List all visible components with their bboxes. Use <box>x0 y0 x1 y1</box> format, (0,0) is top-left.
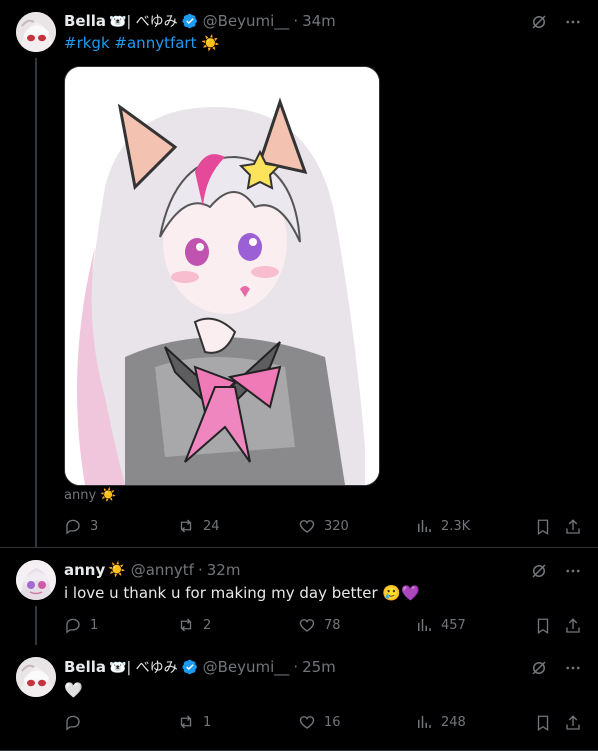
avatar-bella[interactable] <box>16 12 56 52</box>
display-name[interactable]: anny <box>64 561 105 579</box>
repost-count: 2 <box>203 617 212 633</box>
post-2[interactable]: anny ☀️ @annytf · 32m i love u thank u f… <box>0 548 598 645</box>
timestamp[interactable]: 32m <box>207 561 241 579</box>
reply-icon <box>66 519 80 535</box>
reply-icon <box>66 715 80 731</box>
timestamp[interactable]: 25m <box>302 658 336 676</box>
reply-count: 1 <box>90 617 99 633</box>
thread-line <box>35 606 37 645</box>
heart-icon <box>299 619 315 632</box>
thread-line <box>35 58 37 548</box>
views-button[interactable]: 2.3K <box>415 517 470 535</box>
post-header: Bella 🐻‍❄️| べゆみ @Beyumi__ · 34m <box>64 11 336 31</box>
post-image[interactable] <box>64 66 380 486</box>
repost-icon <box>180 715 192 729</box>
views-button[interactable]: 248 <box>415 713 466 731</box>
display-name[interactable]: Bella <box>64 12 106 30</box>
display-name-suffix: 🐻‍❄️| べゆみ <box>109 14 178 30</box>
repost-button[interactable]: 1 <box>177 713 211 731</box>
post-text: i love u thank u for making my day bette… <box>64 584 420 602</box>
repost-icon <box>180 519 192 533</box>
avatar-bella[interactable] <box>16 657 56 697</box>
timestamp[interactable]: 34m <box>302 12 336 30</box>
views-chart-icon <box>418 520 431 532</box>
like-button[interactable]: 320 <box>298 517 349 535</box>
grok-icon[interactable] <box>530 562 548 580</box>
separator-dot: · <box>197 561 203 579</box>
share-icon[interactable] <box>564 518 582 536</box>
bookmark-icon[interactable] <box>534 617 552 635</box>
repost-button[interactable]: 24 <box>177 517 220 535</box>
user-handle[interactable]: @Beyumi__ <box>203 658 290 676</box>
post-1[interactable]: Bella 🐻‍❄️| べゆみ @Beyumi__ · 34m #rkgk #a… <box>0 0 598 548</box>
views-chart-icon <box>418 716 431 728</box>
like-button[interactable]: 78 <box>298 616 341 634</box>
repost-button[interactable]: 2 <box>177 616 211 634</box>
reply-button[interactable] <box>64 713 90 731</box>
reply-button[interactable]: 3 <box>64 517 98 535</box>
hashtag-annytfart[interactable]: #annytfart <box>114 34 196 52</box>
avatar-anny[interactable] <box>16 560 56 600</box>
reply-icon <box>66 618 80 634</box>
more-options-icon[interactable] <box>564 562 582 580</box>
views-button[interactable]: 457 <box>415 616 466 634</box>
display-name-suffix: ☀️ <box>108 562 126 578</box>
post-top-icons <box>530 562 582 580</box>
display-name-suffix: 🐻‍❄️| べゆみ <box>109 660 178 676</box>
grok-icon[interactable] <box>530 659 548 677</box>
caption-emoji: ☀️ <box>100 488 117 503</box>
like-count: 78 <box>324 617 341 633</box>
anime-girl-illustration <box>65 67 379 485</box>
verified-badge-icon <box>182 659 197 675</box>
post-text: 🤍 <box>64 681 83 699</box>
reply-button[interactable]: 1 <box>64 616 98 634</box>
heart-icon <box>299 716 315 729</box>
verified-badge-icon <box>182 13 197 29</box>
grok-icon[interactable] <box>530 13 548 31</box>
post-actions: 1 2 78 457 <box>64 616 582 636</box>
post-top-icons <box>530 13 582 31</box>
more-options-icon[interactable] <box>564 13 582 31</box>
post-actions: 1 16 248 <box>64 713 582 733</box>
display-name[interactable]: Bella <box>64 658 106 676</box>
caption-text: anny <box>64 488 97 503</box>
separator-dot: · <box>293 12 299 30</box>
hashtag-rkgk[interactable]: #rkgk <box>64 34 110 52</box>
share-icon[interactable] <box>564 617 582 635</box>
view-count: 457 <box>441 617 466 633</box>
view-count: 248 <box>441 714 466 730</box>
more-options-icon[interactable] <box>564 659 582 677</box>
heart-icon <box>299 520 315 533</box>
user-handle[interactable]: @Beyumi__ <box>203 12 290 30</box>
sun-emoji: ☀️ <box>201 34 220 52</box>
like-button[interactable]: 16 <box>298 713 341 731</box>
repost-count: 1 <box>203 714 212 730</box>
bookmark-icon[interactable] <box>534 714 552 732</box>
post-header: Bella 🐻‍❄️| べゆみ @Beyumi__ · 25m <box>64 657 336 677</box>
post-header: anny ☀️ @annytf · 32m <box>64 560 240 580</box>
reply-count: 3 <box>90 518 99 534</box>
user-handle[interactable]: @annytf <box>131 561 194 579</box>
post-actions: 3 24 320 2.3K <box>64 517 582 537</box>
bookmark-icon[interactable] <box>534 518 552 536</box>
post-text: #rkgk #annytfart ☀️ <box>64 33 220 53</box>
post-3[interactable]: Bella 🐻‍❄️| べゆみ @Beyumi__ · 25m 🤍 1 16 2… <box>0 645 598 751</box>
view-count: 2.3K <box>441 518 471 534</box>
like-count: 16 <box>324 714 341 730</box>
repost-count: 24 <box>203 518 220 534</box>
image-caption: anny ☀️ <box>64 488 116 503</box>
views-chart-icon <box>418 619 431 631</box>
post-top-icons <box>530 659 582 677</box>
like-count: 320 <box>324 518 349 534</box>
share-icon[interactable] <box>564 714 582 732</box>
repost-icon <box>180 618 192 632</box>
separator-dot: · <box>293 658 299 676</box>
